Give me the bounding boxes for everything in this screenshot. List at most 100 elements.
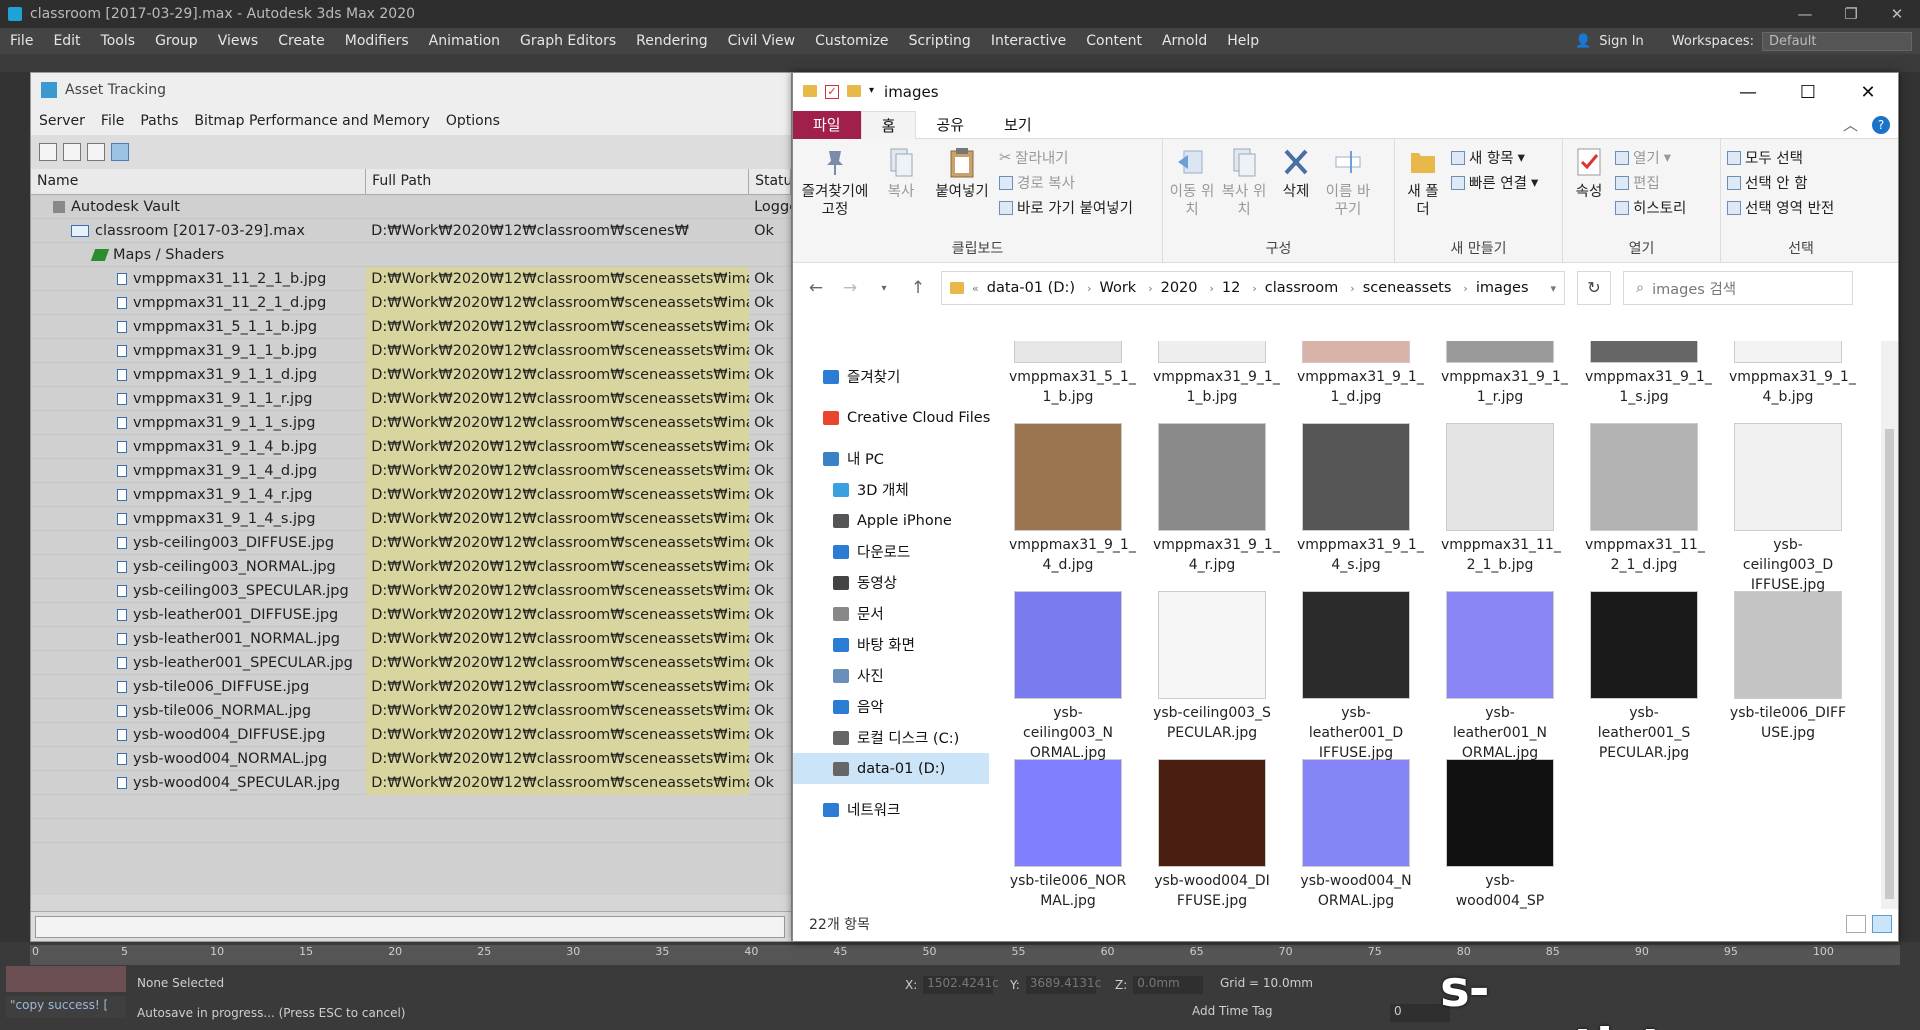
breadcrumb-item[interactable]: images — [1476, 280, 1529, 296]
table-row[interactable]: vmppmax31_5_1_1_b.jpg D:₩Work₩2020₩12₩cla… — [31, 314, 791, 339]
restore-icon[interactable]: ❐ — [1828, 5, 1874, 23]
vertical-scrollbar[interactable] — [1881, 341, 1898, 909]
tab-file[interactable]: 파일 — [793, 110, 861, 139]
table-row[interactable]: ysb-wood004_NORMAL.jpg D:₩Work₩2020₩12₩cl… — [31, 746, 791, 771]
menu-animation[interactable]: Animation — [419, 33, 510, 49]
recent-locations-icon[interactable]: ▾ — [873, 283, 895, 294]
file-thumbnail[interactable]: vmppmax31_9_1_ 4_d.jpg — [1009, 423, 1136, 575]
menu-tools[interactable]: Tools — [91, 33, 146, 49]
breadcrumb-separator-icon[interactable]: › — [1087, 282, 1091, 295]
back-icon[interactable]: ← — [805, 278, 827, 298]
nav-item-disk[interactable]: data-01 (D:) — [793, 753, 989, 784]
file-thumbnail[interactable]: ysb-leather001_D IFFUSE.jpg — [1297, 591, 1415, 763]
tab-home[interactable]: 홈 — [860, 110, 917, 139]
table-row[interactable]: ysb-wood004_SPECULAR.jpg D:₩Work₩2020₩12₩… — [31, 770, 791, 795]
file-thumbnail[interactable]: vmppmax31_9_1_ 4_s.jpg — [1297, 423, 1424, 575]
file-thumbnail[interactable]: vmppmax31_9_1_ 1_b.jpg — [1153, 341, 1280, 407]
refresh-icon[interactable]: ↻ — [1577, 271, 1611, 305]
address-bar[interactable]: « data-01 (D:) › Work › 2020 › 12 › classroom › sc… — [941, 271, 1565, 305]
menu-arnold[interactable]: Arnold — [1152, 33, 1217, 49]
tab-share[interactable]: 공유 — [916, 111, 984, 139]
file-thumbnail[interactable]: ysb-ceiling003_S PECULAR.jpg — [1153, 591, 1271, 743]
asset-path-input[interactable] — [35, 916, 785, 938]
table-row[interactable]: ysb-ceiling003_NORMAL.jpg D:₩Work₩2020₩12… — [31, 554, 791, 579]
table-row[interactable]: ysb-tile006_DIFFUSE.jpg D:₩Work₩2020₩12₩c… — [31, 674, 791, 699]
file-thumbnail[interactable]: ysb-ceiling003_D IFFUSE.jpg — [1729, 423, 1847, 595]
at-menu-paths[interactable]: Paths — [132, 113, 186, 129]
table-row[interactable]: vmppmax31_9_1_1_s.jpg D:₩Work₩2020₩12₩cla… — [31, 410, 791, 435]
file-thumbnail[interactable]: ysb-tile006_NOR MAL.jpg — [1009, 759, 1127, 909]
file-thumbnail[interactable]: vmppmax31_9_1_ 4_r.jpg — [1153, 423, 1280, 575]
breadcrumb-item[interactable]: sceneassets — [1363, 280, 1452, 296]
add-time-tag-button[interactable]: Add Time Tag — [1192, 1004, 1273, 1018]
search-box[interactable]: ⌕ images 검색 — [1623, 271, 1853, 305]
nav-item-download[interactable]: 다운로드 — [793, 536, 989, 567]
file-thumbnail[interactable]: ysb-ceiling003_N ORMAL.jpg — [1009, 591, 1127, 763]
breadcrumb-separator-icon[interactable]: › — [1463, 282, 1467, 295]
edit-button[interactable]: 편집 — [1615, 172, 1686, 193]
table-row[interactable]: vmppmax31_9_1_4_r.jpg D:₩Work₩2020₩12₩cla… — [31, 482, 791, 507]
nav-item-disk[interactable]: 로컬 디스크 (C:) — [793, 722, 989, 753]
table-row[interactable]: vmppmax31_9_1_1_r.jpg D:₩Work₩2020₩12₩cla… — [31, 386, 791, 411]
nav-item-creative-cloud[interactable]: Creative Cloud Files — [793, 402, 990, 433]
file-thumbnail[interactable]: vmppmax31_5_1_ 1_b.jpg — [1009, 341, 1136, 407]
details-view-icon[interactable] — [1846, 915, 1866, 933]
breadcrumb-item[interactable]: 2020 — [1161, 280, 1198, 296]
paste-shortcut-button[interactable]: 바로 가기 붙여넣기 — [999, 197, 1133, 218]
menu-group[interactable]: Group — [145, 33, 208, 49]
menu-edit[interactable]: Edit — [43, 33, 90, 49]
table-row[interactable]: vmppmax31_9_1_1_d.jpg D:₩Work₩2020₩12₩cla… — [31, 362, 791, 387]
explorer-minimize-icon[interactable]: — — [1718, 82, 1778, 103]
at-menu-server[interactable]: Server — [31, 113, 93, 129]
nav-item-star[interactable]: 즐겨찾기 — [793, 361, 989, 392]
select-all-button[interactable]: 모두 선택 — [1727, 147, 1834, 168]
maxscript-output[interactable]: "copy success! [ — [6, 996, 126, 1018]
table-row[interactable]: vmppmax31_9_1_4_d.jpg D:₩Work₩2020₩12₩cla… — [31, 458, 791, 483]
help-icon[interactable]: ? — [1872, 115, 1890, 134]
nav-item-desktop[interactable]: 바탕 화면 — [793, 629, 989, 660]
file-thumbnail[interactable]: vmppmax31_9_1_ 1_d.jpg — [1297, 341, 1424, 407]
breadcrumb-item[interactable]: data-01 (D:) — [987, 280, 1075, 296]
invert-selection-button[interactable]: 선택 영역 반전 — [1727, 197, 1834, 218]
column-status[interactable]: Status — [749, 169, 791, 194]
breadcrumb-separator-icon[interactable]: › — [1252, 282, 1256, 295]
file-thumbnail[interactable]: ysb-leather001_S PECULAR.jpg — [1585, 591, 1703, 763]
at-menu-bitmap-performance-and-memory[interactable]: Bitmap Performance and Memory — [186, 113, 437, 129]
breadcrumb-item[interactable]: 12 — [1222, 280, 1240, 296]
table-row-vault[interactable]: Autodesk Vault Logged Out — [31, 195, 791, 219]
menu-interactive[interactable]: Interactive — [981, 33, 1076, 49]
table-row[interactable]: ysb-leather001_SPECULAR.jpg D:₩Work₩2020₩… — [31, 650, 791, 675]
file-thumbnail[interactable]: ysb-tile006_DIFF USE.jpg — [1729, 591, 1847, 743]
explorer-maximize-icon[interactable]: ☐ — [1778, 82, 1838, 103]
breadcrumb-item[interactable]: classroom — [1265, 280, 1339, 296]
table-row[interactable]: ysb-ceiling003_DIFFUSE.jpg D:₩Work₩2020₩1… — [31, 530, 791, 555]
file-thumbnail[interactable]: vmppmax31_11_ 2_1_b.jpg — [1441, 423, 1561, 575]
table-row-scene[interactable]: classroom [2017-03-29].max D:₩Work₩2020₩… — [31, 219, 791, 243]
nav-item-pictures[interactable]: 사진 — [793, 660, 989, 691]
menu-scripting[interactable]: Scripting — [899, 33, 981, 49]
column-full-path[interactable]: Full Path — [366, 169, 750, 194]
file-thumbnail[interactable]: ysb-wood004_DI FFUSE.jpg — [1153, 759, 1271, 909]
nav-item-3d-objects[interactable]: 3D 개체 — [793, 474, 989, 505]
file-thumbnail[interactable]: ysb-wood004_N ORMAL.jpg — [1297, 759, 1415, 909]
file-thumbnail[interactable]: vmppmax31_9_1_ 1_r.jpg — [1441, 341, 1568, 407]
cut-button[interactable]: ✂ 잘라내기 — [999, 147, 1133, 168]
minimize-icon[interactable]: — — [1782, 5, 1828, 23]
nav-item-pc[interactable]: 내 PC — [793, 443, 989, 474]
file-thumbnail[interactable]: vmppmax31_9_1_ 4_b.jpg — [1729, 341, 1856, 407]
table-row[interactable]: vmppmax31_9_1_1_b.jpg D:₩Work₩2020₩12₩cla… — [31, 338, 791, 363]
menu-help[interactable]: Help — [1217, 33, 1269, 49]
list-view-icon[interactable] — [63, 143, 81, 161]
table-view-icon[interactable] — [111, 143, 129, 161]
menu-create[interactable]: Create — [268, 33, 335, 49]
file-thumbnail[interactable]: ysb-wood004_SPECULAR.jpg — [1441, 759, 1559, 909]
properties-check-icon[interactable]: ✓ — [825, 85, 839, 99]
menu-file[interactable]: File — [0, 33, 43, 49]
table-row[interactable]: vmppmax31_11_2_1_b.jpg D:₩Work₩2020₩12₩cl… — [31, 266, 791, 291]
address-dropdown-icon[interactable]: ▾ — [1550, 282, 1556, 295]
tab-view[interactable]: 보기 — [984, 111, 1052, 139]
table-row-maps[interactable]: Maps / Shaders — [31, 243, 791, 267]
refresh-icon[interactable] — [39, 143, 57, 161]
breadcrumb-item[interactable]: Work — [1099, 280, 1136, 296]
file-thumbnail[interactable]: ysb-leather001_N ORMAL.jpg — [1441, 591, 1559, 763]
